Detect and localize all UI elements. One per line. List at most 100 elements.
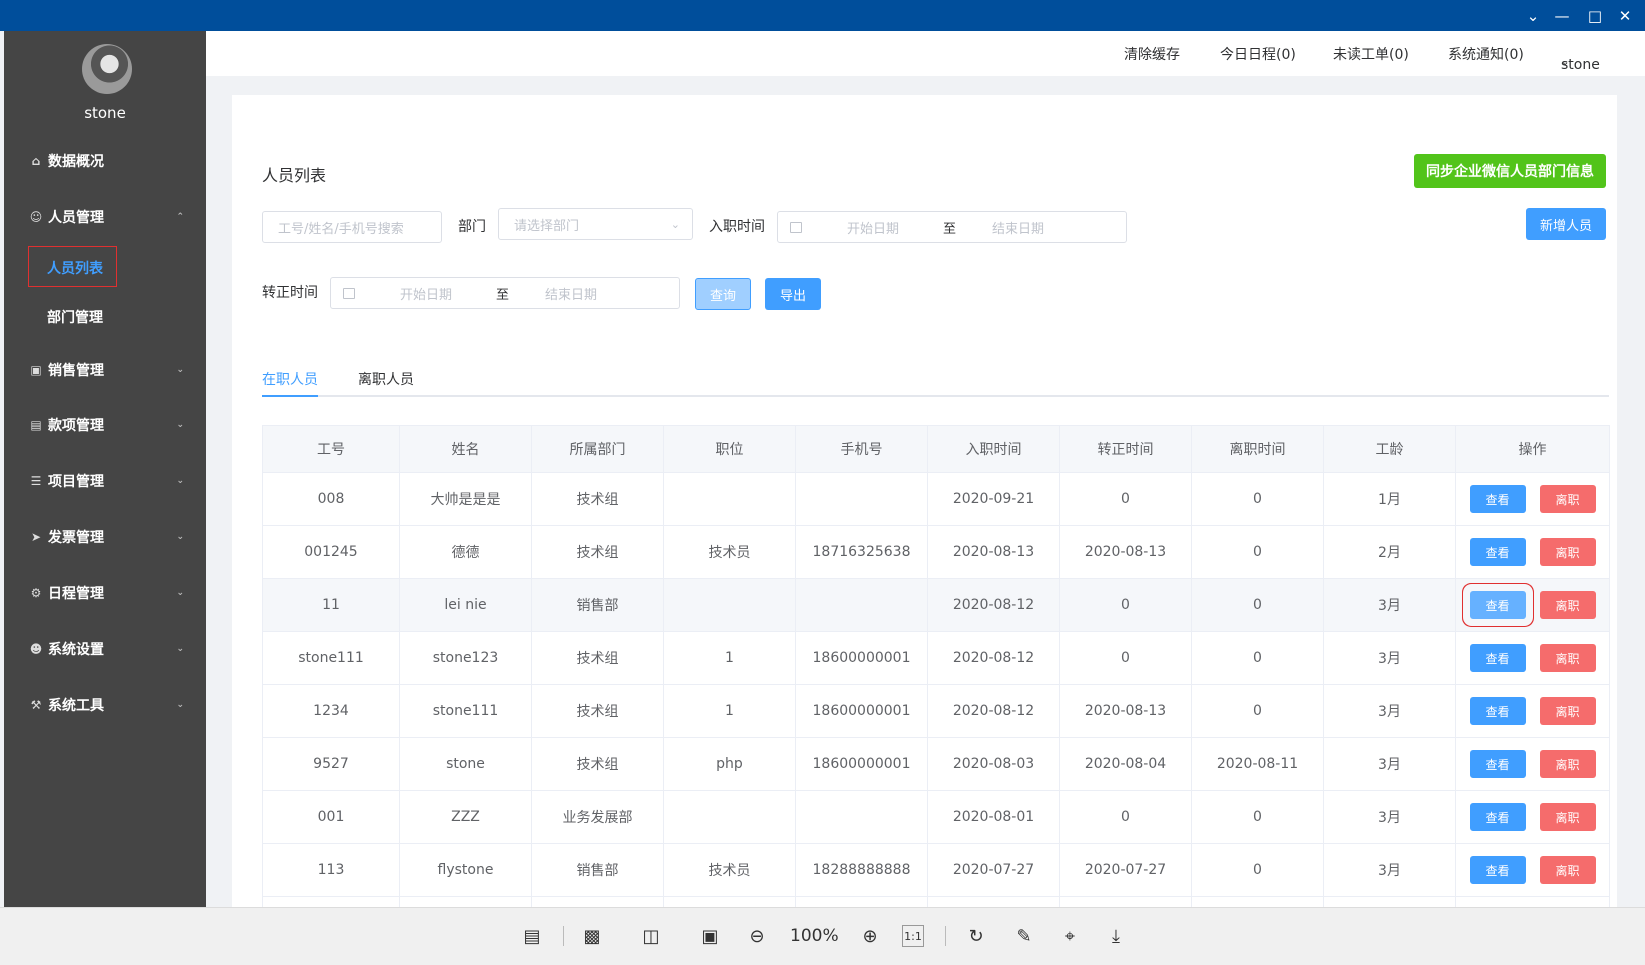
fit-screen-icon[interactable]: ▩ <box>578 922 606 950</box>
maximize-icon[interactable]: □ <box>1582 3 1608 29</box>
sidebar-item-invoices[interactable]: ➤ 发票管理 ⌄ <box>4 517 206 557</box>
regular-start-placeholder: 开始日期 <box>400 287 453 303</box>
sidebar-item-schedule[interactable]: ⚙ 日程管理 ⌄ <box>4 573 206 613</box>
close-icon[interactable]: ✕ <box>1612 3 1638 29</box>
top-nav: 清除缓存 今日日程(0) 未读工单(0) 系统通知(0) stone ⌄ <box>206 31 1645 76</box>
table-cell: 4月 <box>1323 896 1456 907</box>
sidebar-item-personnel[interactable]: ☺ 人员管理 ⌃ <box>4 197 206 237</box>
hire-end-placeholder: 结束日期 <box>992 221 1045 237</box>
resign-button[interactable]: 离职 <box>1539 750 1596 778</box>
table-cell: stone111 <box>399 684 532 738</box>
system-notice-link[interactable]: 系统通知(0) <box>1448 44 1524 64</box>
col-header[interactable]: 工号 <box>262 425 400 473</box>
table-cell: 008 <box>262 472 400 526</box>
hire-date-range[interactable]: 开始日期 至 结束日期 <box>777 211 1127 243</box>
translate-icon[interactable]: ◫ <box>637 922 665 950</box>
resign-button[interactable]: 离职 <box>1539 856 1596 884</box>
fullscreen-icon[interactable]: ▣ <box>696 922 724 950</box>
table-row: 009胡勇业务发展部商务138383838382020-07-092020-08… <box>262 896 1610 907</box>
table-cell: stone123 <box>399 631 532 685</box>
view-button[interactable]: 查看 <box>1469 697 1526 725</box>
table-cell: 18600000001 <box>795 631 928 685</box>
chevron-down-icon: ⌄ <box>176 365 184 375</box>
view-button[interactable]: 查看 <box>1469 803 1526 831</box>
regular-date-range[interactable]: 开始日期 至 结束日期 <box>330 277 680 309</box>
resign-button[interactable]: 离职 <box>1539 591 1596 619</box>
resign-button[interactable]: 离职 <box>1539 485 1596 513</box>
image-viewer-toolbar: ▤ ▩ ◫ ▣ ⊖ 100% ⊕ 1:1 ↻ ✎ ⌖ ⤓ <box>0 907 1645 965</box>
table-cell: 18716325638 <box>795 525 928 579</box>
chevron-down-icon: ⌄ <box>176 476 184 486</box>
table-row: 001245 德德 技术组 技术员 18716325638 2020-08-13 2020-… <box>262 525 1610 579</box>
avatar[interactable] <box>82 44 132 94</box>
sidebar-item-sales[interactable]: ▣ 销售管理 ⌄ <box>4 350 206 390</box>
sidebar-item-projects[interactable]: ☰ 项目管理 ⌄ <box>4 461 206 501</box>
tab-active-staff[interactable]: 在职人员 <box>262 369 318 389</box>
add-person-button[interactable]: 新增人员 <box>1526 208 1606 240</box>
query-button[interactable]: 查询 <box>695 278 751 310</box>
row-actions: 查看 离职 <box>1456 803 1609 831</box>
zoom-out-icon[interactable]: ⊖ <box>743 922 771 950</box>
view-button[interactable]: 查看 <box>1469 856 1526 884</box>
edit-icon[interactable]: ✎ <box>1010 922 1038 950</box>
status-tabs: 在职人员 离职人员 <box>262 365 1609 397</box>
col-header[interactable]: 手机号 <box>795 425 928 473</box>
col-header[interactable]: 工龄 <box>1323 425 1456 473</box>
sync-wechat-button[interactable]: 同步企业微信人员部门信息 <box>1414 154 1606 188</box>
sidebar-item-payments[interactable]: ▤ 款项管理 ⌄ <box>4 405 206 445</box>
minimize-icon[interactable]: — <box>1549 3 1575 29</box>
col-header[interactable]: 转正时间 <box>1059 425 1192 473</box>
resign-button[interactable]: 离职 <box>1539 538 1596 566</box>
sidebar-subitem-dept[interactable]: 部门管理 <box>4 299 206 335</box>
table-cell: 2020-08-13 <box>927 525 1060 579</box>
tab-resigned-staff[interactable]: 离职人员 <box>358 369 414 389</box>
col-header[interactable]: 职位 <box>663 425 796 473</box>
col-header[interactable]: 入职时间 <box>927 425 1060 473</box>
sidebar-item-overview[interactable]: ⌂ 数据概况 <box>4 141 206 181</box>
dept-select[interactable]: 请选择部门 ⌄ <box>498 208 693 240</box>
resign-button[interactable]: 离职 <box>1539 644 1596 672</box>
col-header[interactable]: 姓名 <box>399 425 532 473</box>
row-actions: 查看 离职 <box>1456 856 1609 884</box>
chevron-down-icon[interactable]: ⌄ <box>1520 3 1546 29</box>
resign-button[interactable]: 离职 <box>1539 803 1596 831</box>
unread-orders-link[interactable]: 未读工单(0) <box>1333 44 1409 64</box>
table-cell: 001245 <box>262 525 400 579</box>
clear-cache-link[interactable]: 清除缓存 <box>1124 44 1180 64</box>
window-titlebar: ⌄ — □ ✕ <box>0 0 1645 31</box>
regular-range-separator: 至 <box>496 287 510 303</box>
sidebar-item-settings[interactable]: ☻ 系统设置 ⌄ <box>4 629 206 669</box>
resign-button[interactable]: 离职 <box>1539 697 1596 725</box>
table-cell: 0 <box>1191 684 1324 738</box>
layout-icon[interactable]: ▤ <box>518 922 546 950</box>
sidebar-subitem-person-list[interactable]: 人员列表 <box>4 250 206 286</box>
export-button[interactable]: 导出 <box>765 278 821 310</box>
download-icon[interactable]: ⤓ <box>1102 922 1130 950</box>
main-card: 人员列表 同步企业微信人员部门信息 新增人员 工号/姓名/手机号搜索 部门 请选… <box>232 95 1617 907</box>
col-header[interactable]: 操作 <box>1455 425 1610 473</box>
zoom-in-icon[interactable]: ⊕ <box>856 922 884 950</box>
col-header[interactable]: 离职时间 <box>1191 425 1324 473</box>
table-cell <box>795 790 928 844</box>
table-cell-actions: 查看离职 <box>1455 684 1610 738</box>
table-cell: 1月 <box>1323 472 1456 526</box>
table-cell: 3月 <box>1323 843 1456 897</box>
view-button[interactable]: 查看 <box>1469 538 1526 566</box>
sidebar-item-tools[interactable]: ⚒ 系统工具 ⌄ <box>4 685 206 725</box>
col-header[interactable]: 所属部门 <box>531 425 664 473</box>
search-input[interactable]: 工号/姓名/手机号搜索 <box>262 211 442 243</box>
today-schedule-link[interactable]: 今日日程(0) <box>1220 44 1296 64</box>
table-cell-actions: 查看离职 <box>1455 631 1610 685</box>
actual-size-icon[interactable]: 1:1 <box>902 925 924 947</box>
chevron-down-icon: ⌄ <box>176 644 184 654</box>
view-button[interactable]: 查看 <box>1469 750 1526 778</box>
table-cell: 1 <box>663 631 796 685</box>
rotate-icon[interactable]: ↻ <box>962 922 990 950</box>
table-cell: 2020-08-12 <box>927 578 1060 632</box>
chevron-up-icon: ⌃ <box>176 212 184 222</box>
view-button[interactable]: 查看 <box>1469 485 1526 513</box>
view-button[interactable]: 查看 <box>1469 591 1526 619</box>
hire-start-placeholder: 开始日期 <box>847 221 900 237</box>
view-button[interactable]: 查看 <box>1469 644 1526 672</box>
crop-icon[interactable]: ⌖ <box>1056 922 1084 950</box>
